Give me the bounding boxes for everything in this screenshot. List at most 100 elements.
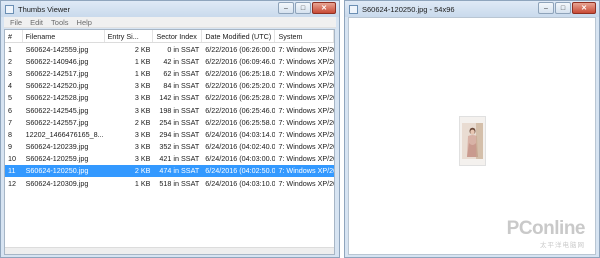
menu-tools[interactable]: Tools (51, 18, 69, 27)
cell-sector-index: 198 in SSAT (159, 105, 200, 115)
cell-date-modified: 6/22/2016 (06:25:58.0) (205, 117, 276, 127)
close-button[interactable]: ✕ (312, 2, 336, 14)
preview-window: S60624-120250.jpg - 54x96 – □ ✕ PConline… (344, 0, 600, 258)
preview-close-button[interactable]: ✕ (572, 2, 596, 14)
table-row[interactable]: 5 S60622-142528.jpg 3 KB 142 in SSAT 6/22/20… (5, 92, 334, 104)
table-row[interactable]: 2 S60622-140946.jpg 1 KB 42 in SSAT 6/22/201… (5, 55, 334, 67)
cell-date-modified: 6/22/2016 (06:26:00.0) (205, 44, 276, 54)
table-row[interactable]: 3 S60622-142517.jpg 1 KB 62 in SSAT 6/22/201… (5, 67, 334, 79)
cell-entry-size: 1 KB (134, 178, 151, 188)
cell-entry-size: 3 KB (134, 81, 151, 91)
cell-filename: S60624-120250.jpg (25, 166, 89, 176)
cell-date-modified: 6/22/2016 (06:25:28.0) (205, 93, 276, 103)
thumbs-viewer-window: Thumbs Viewer – □ ✕ File Edit Tools Help… (0, 0, 340, 258)
cell-sector-index: 62 in SSAT (163, 68, 200, 78)
preview-title: S60624-120250.jpg - 54x96 (362, 4, 455, 14)
list-body: 1 S60624-142559.jpg 2 KB 0 in SSAT 6/22/2016… (5, 43, 334, 189)
cell-number: 8 (8, 129, 12, 139)
column-header-date-modified[interactable]: Date Modified (UTC) (202, 30, 276, 42)
column-header-system[interactable]: System (275, 30, 334, 42)
cell-sector-index: 254 in SSAT (159, 117, 200, 127)
window-title: Thumbs Viewer (18, 4, 70, 14)
cell-entry-size: 3 KB (134, 154, 151, 164)
cell-system: 7: Windows XP/2003 (278, 105, 334, 115)
menu-file[interactable]: File (10, 18, 22, 27)
pconline-watermark: PConline 太平洋电脑网 (506, 218, 586, 250)
cell-date-modified: 6/24/2016 (04:03:00.0) (205, 154, 276, 164)
thumbnail-list[interactable]: # Filename Entry Si... Sector Index Date… (4, 29, 335, 255)
cell-system: 7: Windows XP/2003 (278, 56, 334, 66)
cell-entry-size: 2 KB (134, 166, 151, 176)
cell-number: 4 (8, 81, 12, 91)
cell-entry-size: 2 KB (134, 117, 151, 127)
cell-system: 7: Windows XP/2003 (278, 81, 334, 91)
table-row[interactable]: 4 S60622-142520.jpg 3 KB 84 in SSAT 6/22/201… (5, 80, 334, 92)
cell-date-modified: 6/22/2016 (06:25:46.0) (205, 105, 276, 115)
cell-system: 7: Windows XP/2003 (278, 154, 334, 164)
cell-entry-size: 3 KB (134, 105, 151, 115)
cell-number: 12 (8, 178, 16, 188)
table-row[interactable]: 7 S60622-142557.jpg 2 KB 254 in SSAT 6/22/20… (5, 116, 334, 128)
column-header-entry-size[interactable]: Entry Si... (105, 30, 154, 42)
thumbnail-image (459, 116, 486, 166)
cell-entry-size: 3 KB (134, 142, 151, 152)
cell-date-modified: 6/22/2016 (06:25:18.0) (205, 68, 276, 78)
cell-sector-index: 142 in SSAT (159, 93, 200, 103)
cell-sector-index: 352 in SSAT (159, 142, 200, 152)
cell-filename: S60624-142559.jpg (25, 44, 89, 54)
preview-minimize-button[interactable]: – (538, 2, 554, 14)
caption-buttons: – □ ✕ (278, 2, 336, 14)
cell-number: 6 (8, 105, 12, 115)
column-header-number[interactable]: # (5, 30, 23, 42)
minimize-button[interactable]: – (278, 2, 294, 14)
cell-filename: S60622-142557.jpg (25, 117, 89, 127)
cell-entry-size: 3 KB (134, 129, 151, 139)
cell-date-modified: 6/24/2016 (04:02:50.0) (205, 166, 276, 176)
cell-filename: S60622-142517.jpg (25, 68, 89, 78)
cell-number: 11 (8, 166, 16, 176)
cell-filename: S60624-120259.jpg (25, 154, 89, 164)
column-header-filename[interactable]: Filename (23, 30, 105, 42)
column-header-sector-index[interactable]: Sector Index (153, 30, 203, 42)
cell-number: 9 (8, 142, 12, 152)
table-row[interactable]: 1 S60624-142559.jpg 2 KB 0 in SSAT 6/22/2016… (5, 43, 334, 55)
cell-system: 7: Windows XP/2003 (278, 44, 334, 54)
cell-system: 7: Windows XP/2003 (278, 178, 334, 188)
cell-system: 7: Windows XP/2003 (278, 129, 334, 139)
cell-date-modified: 6/24/2016 (04:03:14.0) (205, 129, 276, 139)
preview-title-bar[interactable]: S60624-120250.jpg - 54x96 – □ ✕ (345, 1, 599, 17)
table-row[interactable]: 8 12202_1466476165_8... 3 KB 294 in SSAT 6/2… (5, 128, 334, 140)
cell-sector-index: 84 in SSAT (163, 81, 200, 91)
cell-number: 2 (8, 56, 12, 66)
menu-help[interactable]: Help (77, 18, 92, 27)
cell-system: 7: Windows XP/2003 (278, 117, 334, 127)
cell-number: 3 (8, 68, 12, 78)
cell-system: 7: Windows XP/2003 (278, 68, 334, 78)
cell-sector-index: 0 in SSAT (167, 44, 200, 54)
table-row[interactable]: 12 S60624-120309.jpg 1 KB 518 in SSAT 6/24/2… (5, 177, 334, 189)
title-bar[interactable]: Thumbs Viewer – □ ✕ (1, 1, 339, 17)
cell-sector-index: 474 in SSAT (159, 166, 200, 176)
cell-filename: S60622-142528.jpg (25, 93, 89, 103)
cell-sector-index: 294 in SSAT (159, 129, 200, 139)
cell-date-modified: 6/22/2016 (06:09:46.0) (205, 56, 276, 66)
app-icon (5, 4, 14, 14)
table-row[interactable]: 11 S60624-120250.jpg 2 KB 474 in SSAT 6/24/2… (5, 164, 334, 178)
maximize-button[interactable]: □ (295, 2, 311, 14)
cell-entry-size: 2 KB (134, 44, 151, 54)
cell-filename: S60624-120309.jpg (25, 178, 89, 188)
cell-date-modified: 6/22/2016 (06:25:20.0) (205, 81, 276, 91)
preview-caption-buttons: – □ ✕ (538, 2, 596, 14)
table-row[interactable]: 10 S60624-120259.jpg 3 KB 421 in SSAT 6/24/2… (5, 153, 334, 165)
cell-number: 1 (8, 44, 12, 54)
preview-app-icon (349, 4, 358, 14)
cell-entry-size: 1 KB (134, 56, 151, 66)
horizontal-scrollbar[interactable] (5, 247, 334, 254)
table-row[interactable]: 6 S60622-142545.jpg 3 KB 198 in SSAT 6/22/20… (5, 104, 334, 116)
menu-edit[interactable]: Edit (30, 18, 43, 27)
menu-bar: File Edit Tools Help (4, 17, 336, 28)
table-row[interactable]: 9 S60624-120239.jpg 3 KB 352 in SSAT 6/24/20… (5, 141, 334, 153)
preview-pane: PConline 太平洋电脑网 (348, 17, 596, 255)
preview-maximize-button[interactable]: □ (555, 2, 571, 14)
cell-system: 7: Windows XP/2003 (278, 166, 334, 176)
